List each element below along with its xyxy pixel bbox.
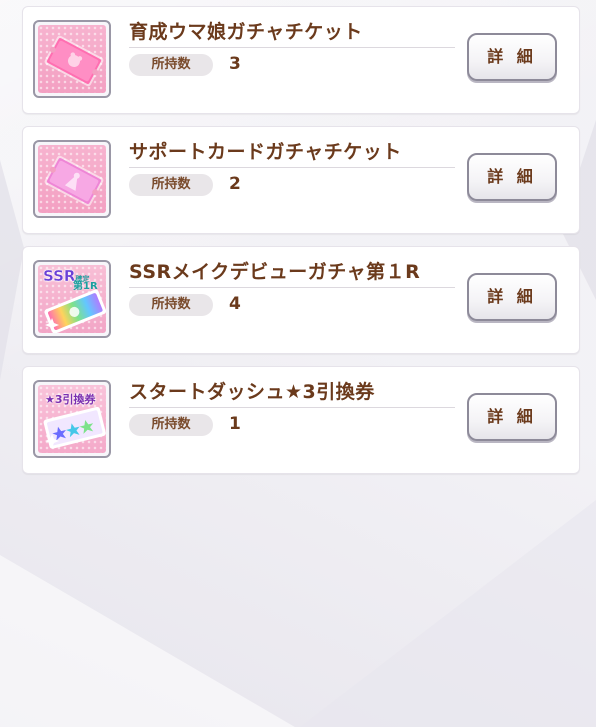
- detail-button[interactable]: 詳 細: [467, 273, 557, 321]
- divider: [129, 407, 455, 408]
- ticket-list-item: 育成ウマ娘ガチャチケット 所持数 3 詳 細: [22, 6, 580, 114]
- ssr-ticket-icon: SSR確定 第1R: [33, 260, 111, 338]
- background-shard: [300, 500, 596, 727]
- quantity-value: 3: [229, 54, 241, 74]
- divider: [129, 287, 455, 288]
- ticket-graphic: [44, 35, 104, 87]
- star3-exchange-ticket-icon: ★3引換券: [33, 380, 111, 458]
- ticket-name: スタートダッシュ★3引換券: [129, 381, 375, 403]
- detail-button[interactable]: 詳 細: [467, 393, 557, 441]
- ssr-icon-label: SSR確定 第1R: [43, 267, 98, 292]
- ticket-name: 育成ウマ娘ガチャチケット: [129, 21, 363, 43]
- quantity-value: 1: [229, 414, 241, 434]
- ticket-name: サポートカードガチャチケット: [129, 141, 402, 163]
- quantity-value: 2: [229, 174, 241, 194]
- ticket-name: SSRメイクデビューガチャ第１R: [129, 261, 421, 283]
- pink-gacha-ticket-icon: [33, 20, 111, 98]
- quantity-label: 所持数: [129, 174, 213, 196]
- ticket-graphic: [44, 155, 104, 207]
- detail-button[interactable]: 詳 細: [467, 33, 557, 81]
- divider: [129, 167, 455, 168]
- background-shard: [0, 555, 300, 727]
- ticket-list: 育成ウマ娘ガチャチケット 所持数 3 詳 細 サポートカードガチャチケット 所持…: [22, 6, 580, 486]
- star3-icon-label: ★3引換券: [45, 393, 96, 406]
- ticket-list-item: サポートカードガチャチケット 所持数 2 詳 細: [22, 126, 580, 234]
- quantity-label: 所持数: [129, 54, 213, 76]
- quantity-label: 所持数: [129, 414, 213, 436]
- divider: [129, 47, 455, 48]
- background-shard: [0, 160, 24, 380]
- support-card-ticket-icon: [33, 140, 111, 218]
- quantity-label: 所持数: [129, 294, 213, 316]
- detail-button[interactable]: 詳 細: [467, 153, 557, 201]
- ticket-list-item: SSR確定 第1R SSRメイクデビューガチャ第１R 所持数 4 詳 細: [22, 246, 580, 354]
- quantity-value: 4: [229, 294, 241, 314]
- ticket-list-item: ★3引換券 スタートダッシュ★3引換券 所持数 1 詳 細: [22, 366, 580, 474]
